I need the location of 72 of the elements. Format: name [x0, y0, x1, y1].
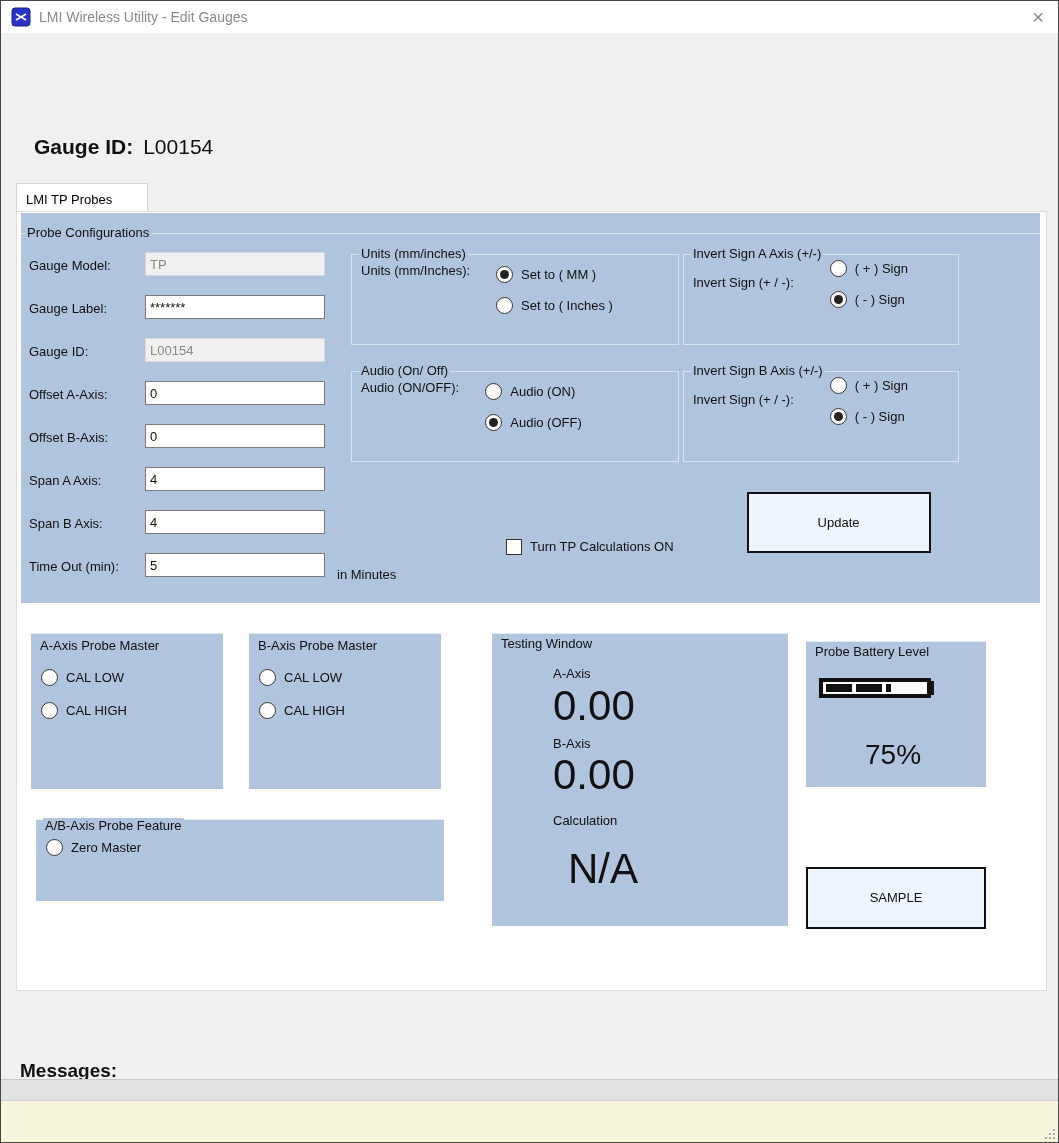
- resize-grip-icon[interactable]: [1045, 1129, 1055, 1139]
- option-label: Audio (OFF): [510, 413, 582, 432]
- radio-button[interactable]: [46, 839, 63, 857]
- radio-button[interactable]: [496, 266, 514, 284]
- group-label: Invert Sign (+ / -):: [693, 391, 794, 409]
- option-label: Set to ( Inches ): [521, 296, 613, 315]
- group-title: Invert Sign B Axis (+/-): [691, 363, 825, 379]
- radio-button[interactable]: [259, 701, 276, 719]
- group-label: Units (mm/Inches):: [361, 262, 471, 280]
- radio-button[interactable]: [829, 260, 847, 278]
- radio-button[interactable]: [485, 383, 503, 401]
- option-label: ( - ) Sign: [854, 407, 905, 426]
- radio-button[interactable]: [829, 407, 847, 425]
- battery-percentage: 75%: [865, 738, 923, 772]
- radio-button[interactable]: [829, 290, 847, 308]
- group-title: Testing Window: [499, 636, 595, 652]
- group-title: Probe Configurations: [25, 225, 152, 241]
- group-title: Units (mm/inches): [359, 246, 468, 262]
- close-button[interactable]: ×: [1028, 7, 1048, 27]
- input-field[interactable]: *******: [145, 295, 325, 319]
- input-field[interactable]: 5: [145, 553, 325, 577]
- option-label: Zero Master: [71, 839, 142, 857]
- field-label: Offset A-Axis:: [29, 386, 109, 404]
- radio-button[interactable]: [496, 296, 514, 314]
- tab[interactable]: LMI TP Probes: [16, 183, 148, 211]
- sample-button[interactable]: SAMPLE: [806, 867, 986, 929]
- option-label: CAL LOW: [284, 669, 343, 687]
- option-label: Set to ( MM ): [521, 266, 597, 284]
- reading-label: A-Axis: [553, 665, 592, 683]
- input-field[interactable]: 0: [145, 424, 325, 448]
- option-label: CAL LOW: [66, 669, 125, 687]
- input-field[interactable]: 0: [145, 381, 325, 405]
- input-field[interactable]: 4: [145, 510, 325, 534]
- reading-value: 0.00: [553, 753, 636, 797]
- window-title: LMI Wireless Utility - Edit Gauges: [39, 7, 248, 27]
- group-title: Probe Battery Level: [813, 644, 932, 660]
- radio-button[interactable]: [829, 377, 847, 395]
- field-label: Gauge Label:: [29, 300, 109, 318]
- gauge-id-label: Gauge ID:: [34, 134, 134, 160]
- radio-button[interactable]: [41, 701, 58, 719]
- gauge-id-value: L00154: [143, 134, 214, 160]
- option-label: CAL HIGH: [66, 701, 127, 720]
- option-label: CAL HIGH: [284, 701, 345, 720]
- option-label: ( + ) Sign: [854, 260, 908, 278]
- field-label: Offset B-Axis:: [29, 429, 110, 447]
- radio-button[interactable]: [41, 669, 58, 687]
- battery-icon: [819, 678, 931, 698]
- option-label: Audio (ON): [510, 383, 576, 401]
- input-field[interactable]: 4: [145, 467, 325, 491]
- option-label: ( - ) Sign: [854, 290, 905, 309]
- update-button[interactable]: Update: [746, 492, 931, 553]
- reading-label: Calculation: [553, 812, 619, 830]
- field-label: Gauge Model:: [29, 257, 112, 275]
- app-icon: [11, 7, 31, 27]
- option-label: ( + ) Sign: [854, 377, 908, 395]
- checkbox-label: Turn TP Calculations ON: [530, 538, 674, 557]
- field-label: Gauge ID:: [29, 343, 90, 361]
- radio-button[interactable]: [485, 413, 503, 431]
- unit-label: in Minutes: [337, 566, 397, 584]
- group-label: Audio (ON/OFF):: [361, 379, 460, 397]
- reading-value: N/A: [568, 846, 639, 891]
- group-title: Invert Sign A Axis (+/-): [691, 246, 824, 262]
- group-title: Audio (On/ Off): [359, 363, 451, 379]
- reading-value: 0.00: [553, 683, 636, 728]
- field-label: Span A Axis:: [29, 472, 103, 490]
- field-label: Span B Axis:: [29, 515, 104, 533]
- group-label: Invert Sign (+ / -):: [693, 274, 794, 292]
- checkbox[interactable]: [506, 539, 522, 555]
- radio-button[interactable]: [259, 669, 276, 687]
- messages-label: Messages:: [20, 1060, 118, 1081]
- field-label: Time Out (min):: [29, 558, 120, 576]
- reading-label: B-Axis: [553, 734, 592, 753]
